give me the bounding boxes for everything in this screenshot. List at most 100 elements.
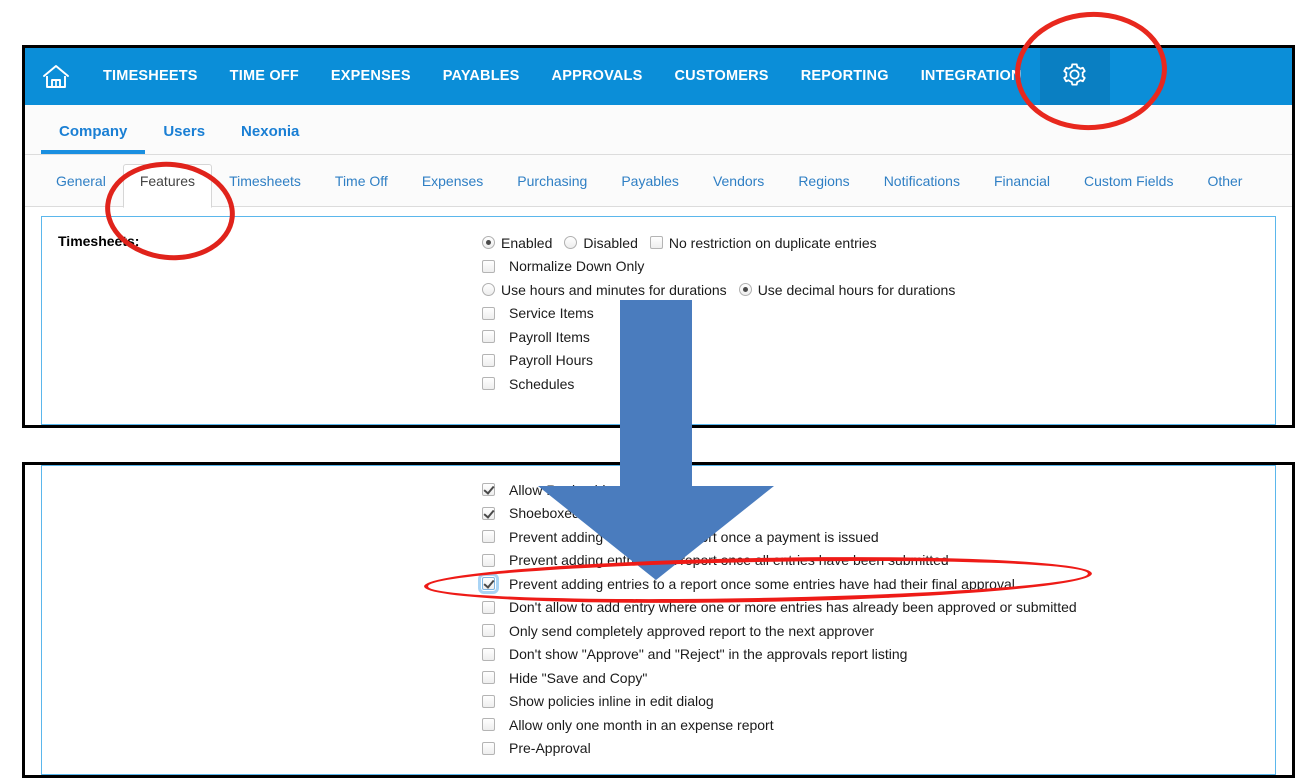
- timesheets-options-column: Enabled Disabled No restriction on dupli…: [482, 231, 1262, 396]
- radio-use-decimal-hours[interactable]: [738, 283, 752, 297]
- subtab-expenses[interactable]: Expenses: [405, 164, 500, 198]
- option-row-prevent-all-submitted: Prevent adding entries to a report once …: [482, 549, 1262, 573]
- home-icon: [41, 63, 71, 91]
- subtab-payables[interactable]: Payables: [604, 164, 696, 198]
- checkbox-normalize-down-only[interactable]: [482, 259, 495, 273]
- radio-enabled[interactable]: [482, 236, 495, 250]
- option-row-dont-show-approve-reject: Don't show "Approve" and "Reject" in the…: [482, 643, 1262, 667]
- secondary-tab-bar: General Features Timesheets Time Off Exp…: [25, 155, 1292, 208]
- option-row-pre-approval: Pre-Approval: [482, 737, 1262, 761]
- nav-item-payables[interactable]: PAYABLES: [427, 48, 536, 105]
- nav-item-reporting[interactable]: REPORTING: [785, 48, 905, 105]
- tab-users[interactable]: Users: [145, 123, 223, 154]
- label-use-hours-and-minutes: Use hours and minutes for durations: [501, 281, 727, 298]
- option-row-only-send-approved: Only send completely approved report to …: [482, 619, 1262, 643]
- option-row-dont-allow-add-entry: Don't allow to add entry where one or mo…: [482, 596, 1262, 620]
- checkbox-service-items[interactable]: [482, 306, 495, 320]
- option-row-schedules: Schedules: [482, 372, 1262, 396]
- checkbox-schedules[interactable]: [482, 377, 495, 391]
- checkbox-dont-allow-add-entry[interactable]: [482, 600, 495, 614]
- radio-use-hours-and-minutes[interactable]: [482, 283, 495, 297]
- navbar-filler: [1110, 48, 1292, 105]
- label-prevent-payment-issued: Prevent adding entries to a report once …: [509, 528, 879, 545]
- subtab-timesheets[interactable]: Timesheets: [212, 164, 318, 198]
- label-allow-region-hierarchy: Allow Region hierarchy tagging: [509, 481, 702, 498]
- nav-item-integration[interactable]: INTEGRATION: [905, 48, 1038, 105]
- nav-item-approvals[interactable]: APPROVALS: [536, 48, 659, 105]
- option-row-duration-format: Use hours and minutes for durations Use …: [482, 278, 1262, 302]
- label-allow-one-month: Allow only one month in an expense repor…: [509, 716, 774, 733]
- bottom-screenshot-frame: Allow Region hierarchy tagging Shoeboxed…: [22, 462, 1295, 778]
- subtab-financial[interactable]: Financial: [977, 164, 1067, 198]
- subtab-custom-fields[interactable]: Custom Fields: [1067, 164, 1190, 198]
- timesheets-settings-panel: Timesheets: Enabled Disabled No restrict…: [41, 216, 1276, 425]
- label-dont-show-approve-reject: Don't show "Approve" and "Reject" in the…: [509, 646, 908, 663]
- subtab-other[interactable]: Other: [1190, 164, 1259, 198]
- subtab-regions[interactable]: Regions: [781, 164, 866, 198]
- label-prevent-all-submitted: Prevent adding entries to a report once …: [509, 552, 949, 569]
- checkbox-no-restriction-duplicate-entries[interactable]: [649, 236, 663, 250]
- nav-item-customers[interactable]: CUSTOMERS: [659, 48, 785, 105]
- option-row-payroll-hours: Payroll Hours: [482, 349, 1262, 373]
- checkbox-only-send-approved[interactable]: [482, 624, 495, 638]
- main-navbar: TIMESHEETS TIME OFF EXPENSES PAYABLES AP…: [25, 48, 1292, 105]
- timesheets-section-label: Timesheets:: [58, 233, 140, 249]
- home-nav-button[interactable]: [25, 48, 87, 105]
- option-row-service-items: Service Items: [482, 302, 1262, 326]
- subtab-general[interactable]: General: [39, 164, 123, 198]
- checkbox-prevent-all-submitted[interactable]: [482, 553, 495, 567]
- checkbox-prevent-payment-issued[interactable]: [482, 530, 495, 544]
- checkbox-allow-one-month[interactable]: [482, 718, 495, 732]
- label-normalize-down-only: Normalize Down Only: [509, 258, 645, 275]
- label-no-restriction-duplicate-entries: No restriction on duplicate entries: [668, 234, 877, 251]
- gear-icon: [1061, 61, 1088, 93]
- label-enabled: Enabled: [501, 234, 553, 251]
- label-prevent-final-approval: Prevent adding entries to a report once …: [509, 575, 1015, 592]
- option-row-allow-one-month: Allow only one month in an expense repor…: [482, 713, 1262, 737]
- label-hide-save-and-copy: Hide "Save and Copy": [509, 669, 648, 686]
- nav-item-timesheets[interactable]: TIMESHEETS: [87, 48, 214, 105]
- checkbox-hide-save-and-copy[interactable]: [482, 671, 495, 685]
- subtab-features[interactable]: Features: [122, 163, 213, 208]
- label-use-decimal-hours: Use decimal hours for durations: [757, 281, 956, 298]
- label-only-send-approved: Only send completely approved report to …: [509, 622, 874, 639]
- option-row-allow-region-hierarchy: Allow Region hierarchy tagging: [482, 478, 1262, 502]
- subtab-purchasing[interactable]: Purchasing: [500, 164, 604, 198]
- option-row-payroll-items: Payroll Items: [482, 325, 1262, 349]
- option-row-enabled-disabled: Enabled Disabled No restriction on dupli…: [482, 231, 1262, 255]
- top-screenshot-frame: TIMESHEETS TIME OFF EXPENSES PAYABLES AP…: [22, 45, 1295, 428]
- label-service-items: Service Items: [509, 305, 594, 322]
- checkbox-pre-approval[interactable]: [482, 741, 495, 755]
- label-payroll-hours: Payroll Hours: [509, 352, 594, 369]
- label-payroll-items: Payroll Items: [509, 328, 590, 345]
- label-dont-allow-add-entry: Don't allow to add entry where one or mo…: [509, 599, 1077, 616]
- tab-nexonia[interactable]: Nexonia: [223, 123, 317, 154]
- subtab-time-off[interactable]: Time Off: [318, 164, 405, 198]
- nav-item-expenses[interactable]: EXPENSES: [315, 48, 427, 105]
- checkbox-show-policies-inline[interactable]: [482, 694, 495, 708]
- checkbox-shoeboxed-access[interactable]: [482, 506, 495, 520]
- expense-features-panel: Allow Region hierarchy tagging Shoeboxed…: [41, 465, 1276, 775]
- settings-gear-button[interactable]: [1039, 48, 1110, 105]
- checkbox-prevent-final-approval[interactable]: [478, 573, 499, 595]
- option-row-show-policies-inline: Show policies inline in edit dialog: [482, 690, 1262, 714]
- tab-company[interactable]: Company: [41, 123, 146, 154]
- nav-item-time-off[interactable]: TIME OFF: [214, 48, 315, 105]
- label-show-policies-inline: Show policies inline in edit dialog: [509, 693, 714, 710]
- expense-options-column: Allow Region hierarchy tagging Shoeboxed…: [478, 478, 1262, 761]
- checkbox-payroll-hours[interactable]: [482, 353, 495, 367]
- option-row-prevent-payment-issued: Prevent adding entries to a report once …: [482, 525, 1262, 549]
- option-row-hide-save-and-copy: Hide "Save and Copy": [482, 666, 1262, 690]
- checkbox-dont-show-approve-reject[interactable]: [482, 647, 495, 661]
- subtab-vendors[interactable]: Vendors: [696, 164, 781, 198]
- option-row-normalize-down-only: Normalize Down Only: [482, 255, 1262, 279]
- radio-disabled[interactable]: [564, 236, 578, 250]
- label-schedules: Schedules: [509, 375, 575, 392]
- checkbox-allow-region-hierarchy[interactable]: [482, 483, 495, 497]
- option-row-prevent-final-approval: Prevent adding entries to a report once …: [478, 572, 1262, 596]
- label-pre-approval: Pre-Approval: [509, 740, 591, 757]
- option-row-shoeboxed-access: Shoeboxed Access: [482, 502, 1262, 526]
- checkbox-payroll-items[interactable]: [482, 330, 495, 344]
- label-shoeboxed-access: Shoeboxed Access: [509, 505, 629, 522]
- subtab-notifications[interactable]: Notifications: [867, 164, 977, 198]
